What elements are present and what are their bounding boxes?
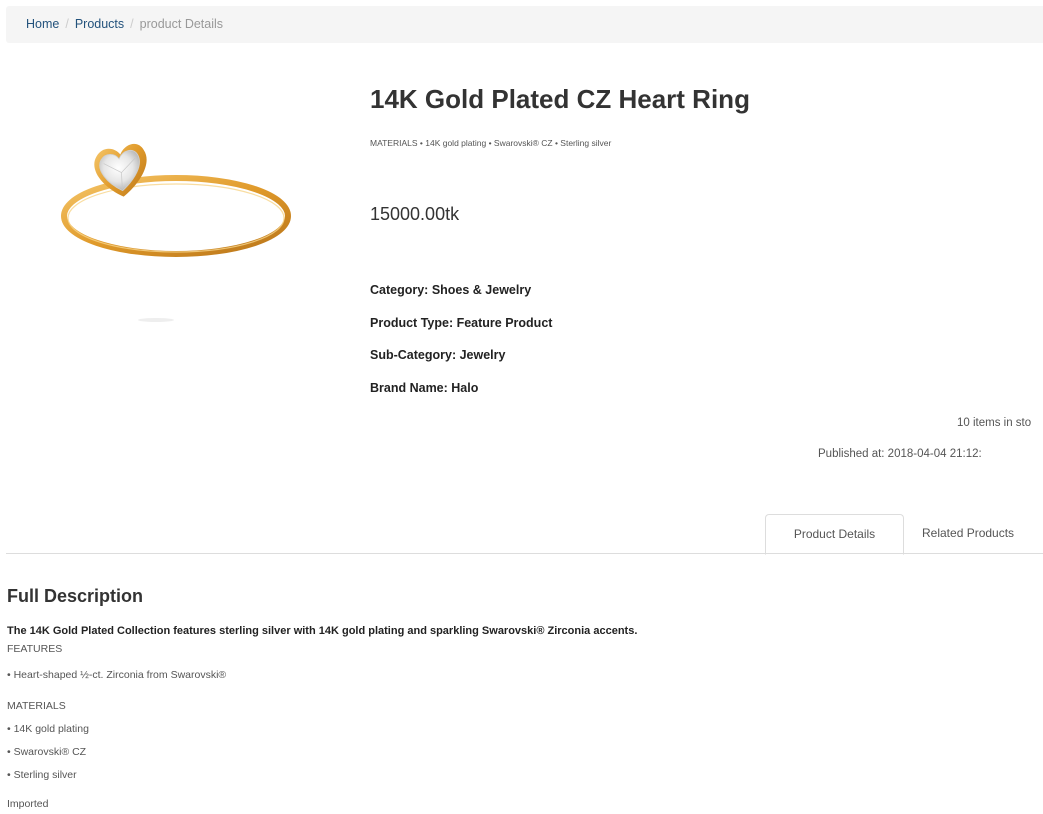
tab-related-products[interactable]: Related Products <box>905 514 1043 554</box>
product-title: 14K Gold Plated CZ Heart Ring <box>370 84 750 114</box>
breadcrumb-products-link[interactable]: Products <box>75 17 124 31</box>
material-item: • Sterling silver <box>7 769 77 781</box>
materials-heading: MATERIALS <box>7 700 66 712</box>
product-image[interactable] <box>52 130 297 330</box>
product-type: Product Type: Feature Product <box>370 316 553 330</box>
feature-item: • Heart-shaped ½-ct. Zirconia from Swaro… <box>7 669 227 681</box>
gold-heart-ring-image <box>61 143 291 322</box>
tabs-divider <box>6 553 1043 554</box>
product-sub-category: Sub-Category: Jewelry <box>370 348 506 362</box>
published-date: Published at: 2018-04-04 21:12: <box>818 448 982 460</box>
features-heading: FEATURES <box>7 643 63 655</box>
product-short-description: MATERIALS • 14K gold plating • Swarovski… <box>370 138 612 148</box>
origin-note: Imported <box>7 798 49 810</box>
material-item: • Swarovski® CZ <box>7 746 87 758</box>
material-item: • 14K gold plating <box>7 723 89 735</box>
breadcrumb-current: product Details <box>139 17 224 31</box>
product-price: 15000.00tk <box>370 204 460 224</box>
breadcrumb-separator: / <box>65 17 69 31</box>
stock-count: 10 items in sto <box>957 417 1032 429</box>
breadcrumb: Home / Products / product Details <box>6 6 1043 43</box>
breadcrumb-separator: / <box>130 17 134 31</box>
description-lead: The 14K Gold Plated Collection features … <box>7 625 638 637</box>
product-category: Category: Shoes & Jewelry <box>370 283 532 297</box>
product-brand: Brand Name: Halo <box>370 381 479 395</box>
full-description-title: Full Description <box>7 586 144 606</box>
breadcrumb-home-link[interactable]: Home <box>26 17 59 31</box>
tab-product-details[interactable]: Product Details <box>765 514 904 555</box>
